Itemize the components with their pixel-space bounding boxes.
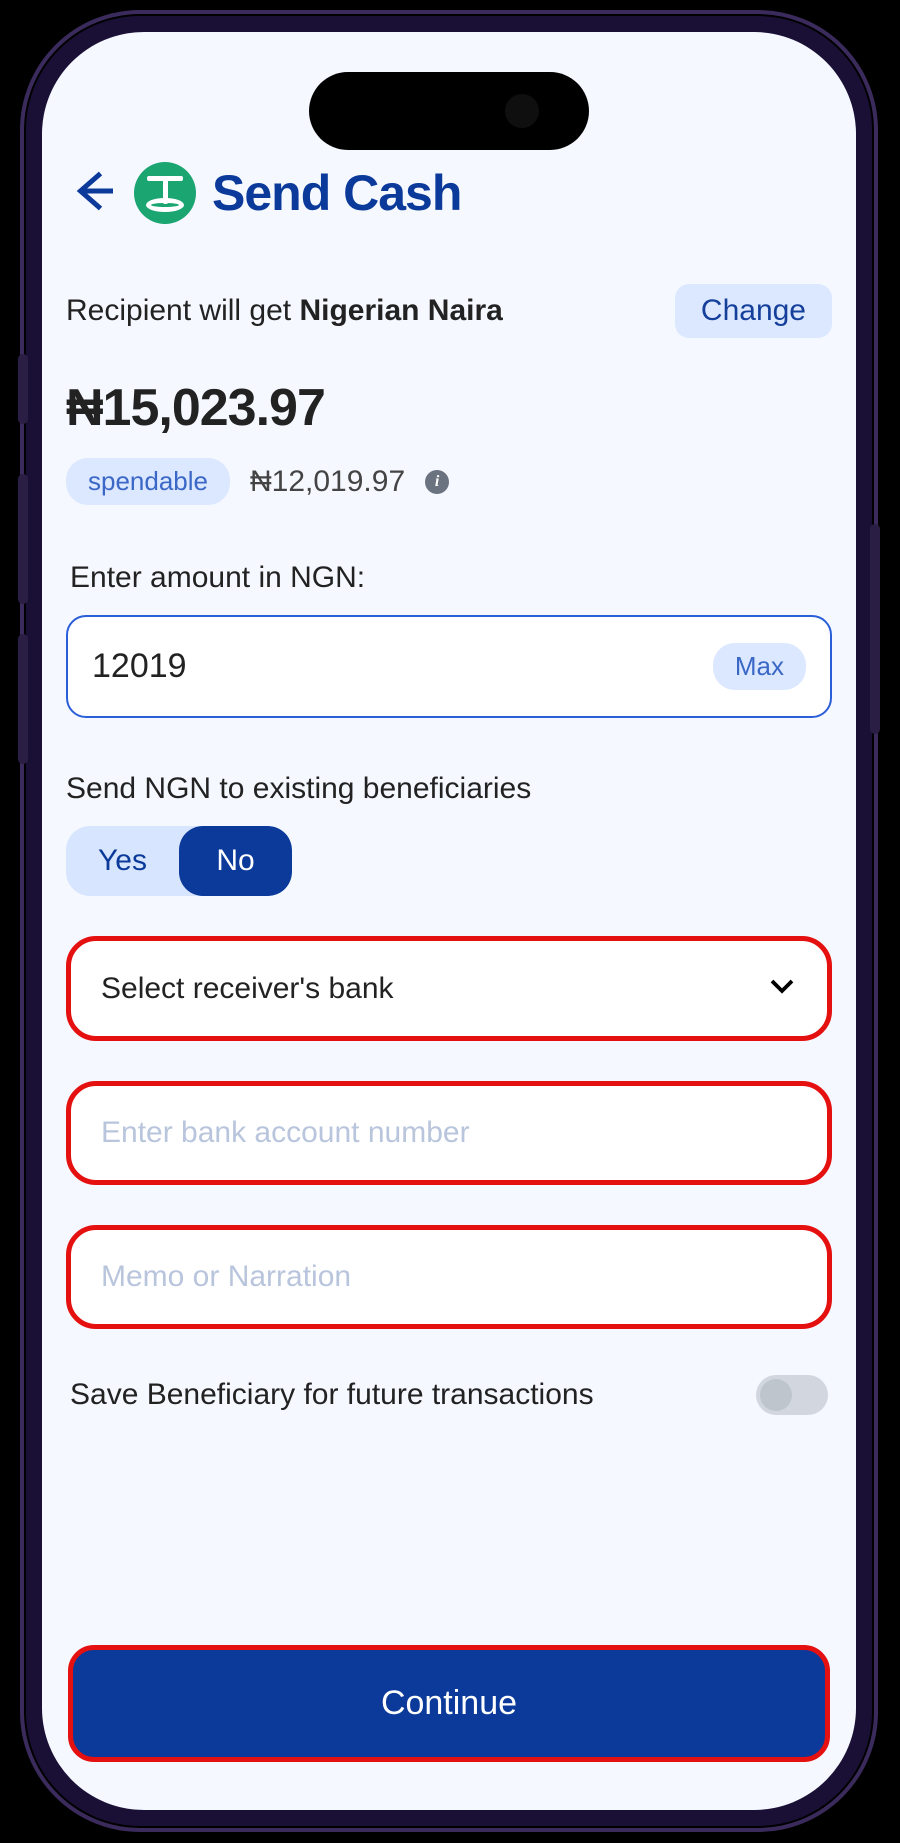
phone-screen: Send Cash Recipient will get Nigerian Na… — [42, 32, 856, 1810]
change-currency-button[interactable]: Change — [675, 284, 832, 338]
recipient-currency-name: Nigerian Naira — [299, 294, 502, 327]
save-beneficiary-label: Save Beneficiary for future transactions — [70, 1378, 594, 1412]
spendable-badge: spendable — [66, 458, 230, 505]
continue-button[interactable]: Continue — [68, 1645, 830, 1762]
account-number-input[interactable] — [101, 1116, 797, 1150]
page-header: Send Cash — [64, 162, 834, 224]
chevron-down-icon — [767, 971, 797, 1006]
memo-field — [66, 1225, 832, 1329]
recipient-prefix: Recipient will get — [66, 294, 299, 327]
side-button — [18, 634, 28, 764]
phone-frame: Send Cash Recipient will get Nigerian Na… — [20, 10, 878, 1832]
tether-currency-icon — [134, 162, 196, 224]
spendable-amount: ₦12,019.97 — [250, 465, 405, 499]
recipient-currency-text: Recipient will get Nigerian Naira — [66, 294, 503, 328]
page-title: Send Cash — [212, 164, 461, 222]
back-arrow-icon[interactable] — [68, 166, 118, 221]
amount-input[interactable] — [92, 647, 592, 686]
beneficiary-yes-button[interactable]: Yes — [66, 826, 179, 896]
save-beneficiary-row: Save Beneficiary for future transactions — [66, 1375, 832, 1415]
beneficiary-no-button[interactable]: No — [179, 826, 292, 896]
recipient-currency-row: Recipient will get Nigerian Naira Change — [66, 284, 832, 338]
beneficiary-toggle-label: Send NGN to existing beneficiaries — [66, 772, 832, 806]
info-icon[interactable]: i — [425, 470, 449, 494]
save-beneficiary-toggle[interactable] — [756, 1375, 828, 1415]
account-number-field — [66, 1081, 832, 1185]
beneficiary-toggle: Yes No — [66, 826, 292, 896]
spendable-row: spendable ₦12,019.97 i — [66, 458, 832, 505]
bank-select[interactable]: Select receiver's bank — [66, 936, 832, 1041]
amount-input-container: Max — [66, 615, 832, 718]
bank-select-label: Select receiver's bank — [101, 972, 394, 1006]
memo-input[interactable] — [101, 1260, 797, 1294]
side-button — [870, 524, 880, 734]
max-button[interactable]: Max — [713, 643, 806, 690]
amount-input-label: Enter amount in NGN: — [66, 561, 832, 595]
side-button — [18, 354, 28, 424]
balance-amount: ₦15,023.97 — [66, 378, 832, 438]
side-button — [18, 474, 28, 604]
